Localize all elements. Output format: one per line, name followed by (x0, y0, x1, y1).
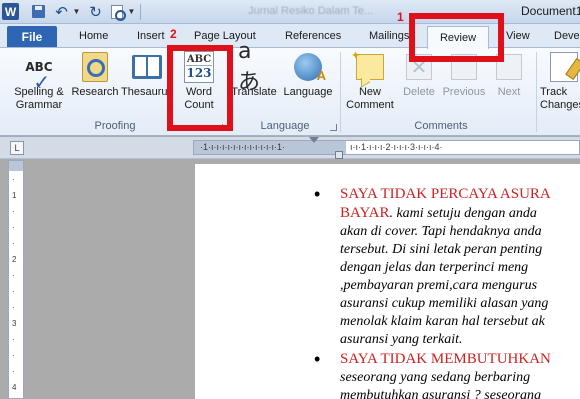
paragraph-2[interactable]: SAYA TIDAK MEMBUTUHKAN seseorang yang se… (340, 350, 580, 399)
word-window: W ↶ ▼ ↻ ▼ Jurnal Resiko Dalam Te... Docu… (0, 0, 580, 399)
left-indent-marker[interactable] (335, 151, 343, 159)
customize-qat-icon[interactable]: ▼ (127, 3, 136, 20)
research-icon (79, 51, 111, 83)
tab-references[interactable]: References (285, 30, 341, 42)
translate-icon: aあ (238, 38, 261, 95)
language-dialog-launcher[interactable] (330, 124, 337, 131)
spelling-grammar-button[interactable]: ABC ✓ Spelling & Grammar (10, 51, 68, 119)
horizontal-ruler[interactable]: ·1·ı·ı·ı·ı·ı·ı·ı·ı·ı·ı·ı·ı·1· ı·ı·1·ı·ı·… (193, 140, 580, 155)
paragraph-2-heading: SAYA TIDAK MEMBUTUHKAN (340, 351, 551, 367)
language-group-label: Language (260, 120, 310, 132)
group-separator (536, 52, 537, 132)
step-number-1: 1 (397, 10, 404, 24)
vertical-ruler[interactable]: · 1 · · · 2 · · · 3 · · · 4 (8, 160, 24, 399)
new-comment-button[interactable]: New Comment (344, 49, 396, 119)
track-changes-icon (548, 51, 580, 83)
tab-mailings[interactable]: Mailings (369, 30, 409, 42)
document-area[interactable]: • SAYA TIDAK PERCAYA ASURA BAYAR. kami s… (28, 160, 580, 399)
document-title: Document1 (521, 4, 580, 18)
vertical-ruler-margin (9, 161, 23, 171)
repeat-icon[interactable]: ↻ (88, 3, 103, 21)
tab-selector-button[interactable]: L (10, 141, 24, 155)
undo-dropdown-icon[interactable]: ▼ (72, 3, 81, 20)
research-button[interactable]: Research (70, 51, 120, 119)
qat-separator (140, 4, 141, 20)
spelling-check-icon: ABC ✓ (25, 60, 53, 94)
paragraph-1[interactable]: SAYA TIDAK PERCAYA ASURA BAYAR. kami set… (340, 185, 580, 349)
blurred-window-title: Jurnal Resiko Dalam Te... (248, 5, 374, 17)
undo-icon[interactable]: ↶ (54, 3, 69, 21)
tab-review[interactable]: Review (427, 26, 489, 49)
thesaurus-button[interactable]: Thesaurus (121, 51, 173, 119)
horizontal-ruler-bar: L ·1·ı·ı·ı·ı·ı·ı·ı·ı·ı·ı·ı·ı·1· ı·ı·1·ı·… (0, 137, 580, 159)
tab-insert[interactable]: Insert (137, 30, 165, 42)
thesaurus-book-icon (131, 51, 163, 83)
step-number-2: 2 (170, 27, 177, 41)
word-count-highlight (167, 45, 233, 131)
translate-button[interactable]: aあ Translate (228, 38, 280, 119)
print-preview-icon[interactable] (109, 3, 126, 21)
save-icon[interactable] (31, 3, 46, 20)
bullet-2: • (314, 349, 321, 369)
group-separator (340, 52, 341, 132)
comments-group-label: Comments (414, 120, 468, 132)
language-globe-icon (292, 51, 326, 83)
document-page[interactable]: • SAYA TIDAK PERCAYA ASURA BAYAR. kami s… (195, 164, 580, 399)
tab-file[interactable]: File (7, 26, 57, 47)
tab-home[interactable]: Home (79, 30, 108, 42)
proofing-group-label: Proofing (94, 120, 136, 132)
paragraph-1-heading: SAYA TIDAK PERCAYA ASURA (340, 186, 551, 202)
first-line-indent-marker[interactable] (309, 137, 319, 143)
new-comment-icon (351, 49, 386, 83)
bullet-1: • (314, 184, 321, 204)
tab-view[interactable]: View (506, 30, 530, 42)
track-changes-button[interactable]: Track Changes (540, 51, 580, 119)
tab-developer[interactable]: Develo (554, 30, 580, 42)
language-button[interactable]: Language (281, 51, 335, 119)
word-logo-icon[interactable]: W (2, 3, 19, 20)
